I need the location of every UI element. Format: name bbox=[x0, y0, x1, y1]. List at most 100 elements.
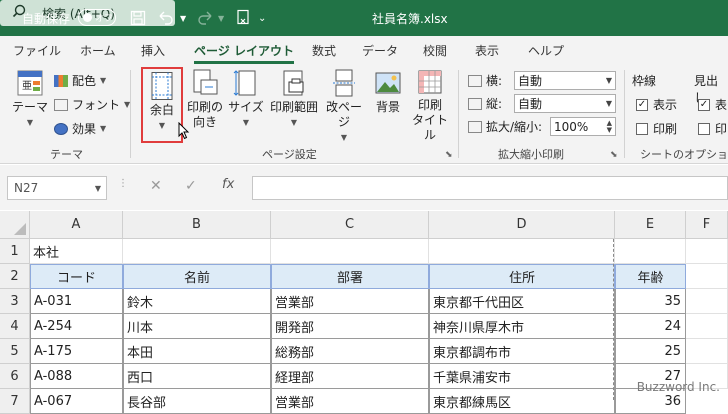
cell-dept[interactable]: 営業部 bbox=[271, 389, 429, 414]
size-button[interactable]: サイズ ▼ bbox=[228, 68, 264, 142]
cell-f2[interactable] bbox=[686, 264, 728, 289]
width-dropdown[interactable]: 自動 ▼ bbox=[514, 71, 616, 90]
row-header-1[interactable]: 1 bbox=[0, 239, 30, 264]
headings-view-checkbox[interactable]: ✓ 表 bbox=[698, 96, 727, 113]
row-header-5[interactable]: 5 bbox=[0, 339, 30, 364]
orientation-label-2: 向き bbox=[192, 115, 217, 129]
column-header-c[interactable]: C bbox=[271, 211, 429, 239]
fonts-button[interactable]: フォント ▼ bbox=[54, 96, 130, 113]
headings-print-checkbox[interactable]: 印 bbox=[698, 120, 727, 137]
gridlines-print-checkbox[interactable]: 印刷 bbox=[636, 120, 677, 137]
background-button[interactable]: 背景 bbox=[370, 68, 406, 142]
tab-view[interactable]: 表示 bbox=[475, 42, 499, 59]
formula-input[interactable] bbox=[252, 176, 728, 200]
undo-icon[interactable] bbox=[157, 0, 175, 36]
themes-button[interactable]: 亜 テーマ ▼ bbox=[10, 68, 50, 142]
tab-data[interactable]: データ bbox=[362, 42, 398, 59]
cell-c1[interactable] bbox=[271, 239, 429, 264]
autosave-label: 自動保存 bbox=[22, 11, 71, 26]
scale-spinner[interactable]: 100% ▲ ▼ bbox=[550, 117, 616, 136]
column-header-f[interactable]: F bbox=[686, 211, 728, 239]
cell-address[interactable]: 東京都千代田区 bbox=[429, 289, 615, 314]
cell-dept[interactable]: 営業部 bbox=[271, 289, 429, 314]
cell-age[interactable]: 35 bbox=[615, 289, 686, 314]
checkmark-icon: ✓ bbox=[698, 98, 710, 111]
page-setup-launcher-icon[interactable]: ⬊ bbox=[445, 150, 453, 160]
chevron-down-icon: ▼ bbox=[94, 183, 101, 193]
cell-address[interactable]: 千葉県浦安市 bbox=[429, 364, 615, 389]
cell-address[interactable]: 東京都調布市 bbox=[429, 339, 615, 364]
cell-f4[interactable] bbox=[686, 314, 728, 339]
row-header-2[interactable]: 2 bbox=[0, 264, 30, 289]
chevron-down-icon: ▼ bbox=[100, 124, 107, 133]
tab-page-layout[interactable]: ページ レイアウト bbox=[194, 42, 294, 64]
ribbon-tab-bar: ファイル ホーム 挿入 ページ レイアウト 数式 データ 校閲 表示 ヘルプ bbox=[0, 36, 728, 64]
select-all-corner[interactable] bbox=[0, 211, 30, 239]
undo-dropdown-icon[interactable]: ▼ bbox=[180, 0, 186, 36]
row-header-3[interactable]: 3 bbox=[0, 289, 30, 314]
cell-dept[interactable]: 総務部 bbox=[271, 339, 429, 364]
cell-name[interactable]: 長谷部 bbox=[123, 389, 271, 414]
column-header-e[interactable]: E bbox=[615, 211, 686, 239]
column-header-d[interactable]: D bbox=[429, 211, 615, 239]
row-header-4[interactable]: 4 bbox=[0, 314, 30, 339]
cell-name[interactable]: 鈴木 bbox=[123, 289, 271, 314]
name-box-value: N27 bbox=[14, 181, 39, 195]
table-header-age[interactable]: 年齢 bbox=[615, 264, 686, 289]
cell-code[interactable]: A-088 bbox=[30, 364, 123, 389]
column-header-b[interactable]: B bbox=[123, 211, 271, 239]
cell-age[interactable]: 24 bbox=[615, 314, 686, 339]
tab-file[interactable]: ファイル bbox=[13, 42, 61, 59]
cell-a1[interactable]: 本社 bbox=[30, 239, 123, 264]
cell-age[interactable]: 25 bbox=[615, 339, 686, 364]
print-area-button[interactable]: 印刷範囲 ▼ bbox=[268, 68, 320, 142]
height-dropdown[interactable]: 自動 ▼ bbox=[514, 94, 616, 113]
cell-b1[interactable] bbox=[123, 239, 271, 264]
cell-d1[interactable] bbox=[429, 239, 615, 264]
table-header-address[interactable]: 住所 bbox=[429, 264, 615, 289]
cell-f5[interactable] bbox=[686, 339, 728, 364]
name-box[interactable]: N27 ▼ bbox=[7, 176, 107, 200]
insert-function-icon[interactable]: fx bbox=[222, 177, 234, 192]
cell-dept[interactable]: 開発部 bbox=[271, 314, 429, 339]
row-header-7[interactable]: 7 bbox=[0, 389, 30, 414]
customize-qat-icon[interactable] bbox=[236, 0, 252, 36]
cell-e1[interactable] bbox=[615, 239, 686, 264]
tab-review[interactable]: 校閲 bbox=[423, 42, 447, 59]
cell-address[interactable]: 東京都練馬区 bbox=[429, 389, 615, 414]
margins-label: 余白 bbox=[149, 103, 174, 117]
cell-f1[interactable] bbox=[686, 239, 728, 264]
tab-insert[interactable]: 挿入 bbox=[141, 42, 165, 59]
cell-dept[interactable]: 経理部 bbox=[271, 364, 429, 389]
tab-formulas[interactable]: 数式 bbox=[312, 42, 336, 59]
more-commands-icon[interactable]: ⌄ bbox=[258, 0, 266, 36]
cell-f3[interactable] bbox=[686, 289, 728, 314]
page-break-icon bbox=[330, 68, 358, 98]
cell-address[interactable]: 神奈川県厚木市 bbox=[429, 314, 615, 339]
cell-code[interactable]: A-254 bbox=[30, 314, 123, 339]
row-header-6[interactable]: 6 bbox=[0, 364, 30, 389]
cell-code[interactable]: A-175 bbox=[30, 339, 123, 364]
autosave-toggle[interactable]: オフ bbox=[78, 9, 116, 26]
save-icon[interactable] bbox=[130, 0, 146, 36]
margins-button[interactable]: 余白 ▼ bbox=[141, 67, 183, 143]
scale-launcher-icon[interactable]: ⬊ bbox=[610, 150, 618, 160]
table-header-code[interactable]: コード bbox=[30, 264, 123, 289]
cell-code[interactable]: A-031 bbox=[30, 289, 123, 314]
print-titles-button[interactable]: 印刷 タイトル bbox=[408, 68, 452, 142]
breaks-button[interactable]: 改ページ ▼ bbox=[322, 68, 366, 142]
table-header-name[interactable]: 名前 bbox=[123, 264, 271, 289]
table-header-dept[interactable]: 部署 bbox=[271, 264, 429, 289]
effects-button[interactable]: 効果 ▼ bbox=[54, 120, 106, 137]
tab-help[interactable]: ヘルプ bbox=[528, 42, 564, 59]
cell-name[interactable]: 本田 bbox=[123, 339, 271, 364]
column-header-a[interactable]: A bbox=[30, 211, 123, 239]
cell-name[interactable]: 西口 bbox=[123, 364, 271, 389]
spinner-arrows-icon[interactable]: ▲ ▼ bbox=[607, 119, 612, 134]
cell-name[interactable]: 川本 bbox=[123, 314, 271, 339]
colors-button[interactable]: 配色 ▼ bbox=[54, 72, 106, 89]
tab-home[interactable]: ホーム bbox=[80, 42, 116, 59]
gridlines-view-checkbox[interactable]: ✓ 表示 bbox=[636, 96, 677, 113]
orientation-button[interactable]: 印刷の 向き bbox=[186, 68, 224, 142]
cell-code[interactable]: A-067 bbox=[30, 389, 123, 414]
